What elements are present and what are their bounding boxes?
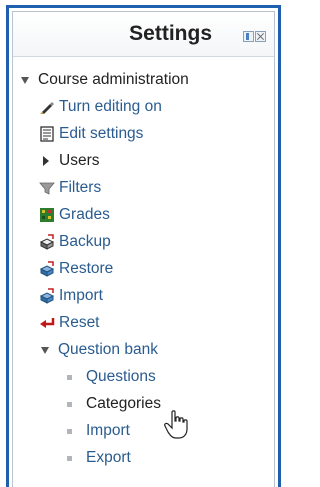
backup-label: Backup	[59, 233, 111, 250]
reset-arrow-icon	[39, 315, 55, 331]
restore-label: Restore	[59, 260, 114, 277]
turn-editing-on-label: Turn editing on	[59, 98, 162, 115]
expanded-triangle-icon	[41, 346, 49, 354]
block-header: Settings	[13, 12, 274, 57]
course-administration-node[interactable]: Course administration	[21, 68, 189, 92]
bullet-icon	[67, 374, 72, 380]
edit-settings-label: Edit settings	[59, 125, 144, 142]
filters-link[interactable]: Filters	[39, 176, 101, 200]
pencil-icon	[39, 99, 55, 115]
block-title: Settings	[129, 22, 212, 45]
question-bank-label: Question bank	[58, 341, 158, 358]
funnel-icon	[39, 180, 55, 196]
grades-label: Grades	[59, 206, 110, 223]
restore-link[interactable]: Restore	[39, 257, 113, 281]
reset-label: Reset	[59, 314, 100, 331]
settings-block-inner: Settings Course administration Turn edit…	[12, 11, 275, 487]
document-icon	[39, 126, 55, 142]
reset-link[interactable]: Reset	[39, 311, 100, 335]
export-link[interactable]: Export	[67, 446, 131, 470]
import-label: Import	[59, 287, 103, 304]
close-icon[interactable]	[255, 31, 266, 42]
qb-import-label: Import	[86, 422, 130, 439]
categories-link[interactable]: Categories	[67, 392, 161, 416]
expanded-triangle-icon	[21, 76, 29, 84]
backup-icon	[39, 234, 55, 250]
collapsed-triangle-icon	[43, 156, 49, 166]
course-administration-label: Course administration	[38, 71, 189, 88]
questions-label: Questions	[86, 368, 156, 385]
turn-editing-on-link[interactable]: Turn editing on	[39, 95, 162, 119]
categories-label: Categories	[86, 395, 161, 412]
import-link[interactable]: Import	[39, 284, 103, 308]
filters-label: Filters	[59, 179, 102, 196]
edit-settings-link[interactable]: Edit settings	[39, 122, 143, 146]
bullet-icon	[67, 455, 72, 461]
users-node[interactable]: Users	[43, 149, 99, 173]
grades-link[interactable]: Grades	[39, 203, 110, 227]
import-icon	[39, 288, 55, 304]
bullet-icon	[67, 401, 72, 407]
questions-link[interactable]: Questions	[67, 365, 156, 389]
restore-icon	[39, 261, 55, 277]
header-controls	[243, 31, 266, 42]
grades-table-icon	[39, 207, 55, 223]
bullet-icon	[67, 428, 72, 434]
dock-icon[interactable]	[243, 31, 254, 42]
export-label: Export	[86, 449, 131, 466]
qb-import-link[interactable]: Import	[67, 419, 130, 443]
backup-link[interactable]: Backup	[39, 230, 111, 254]
settings-block: Settings Course administration Turn edit…	[6, 5, 281, 487]
question-bank-node[interactable]: Question bank	[41, 338, 158, 362]
hand-cursor-icon	[164, 410, 188, 439]
users-label: Users	[59, 152, 100, 169]
